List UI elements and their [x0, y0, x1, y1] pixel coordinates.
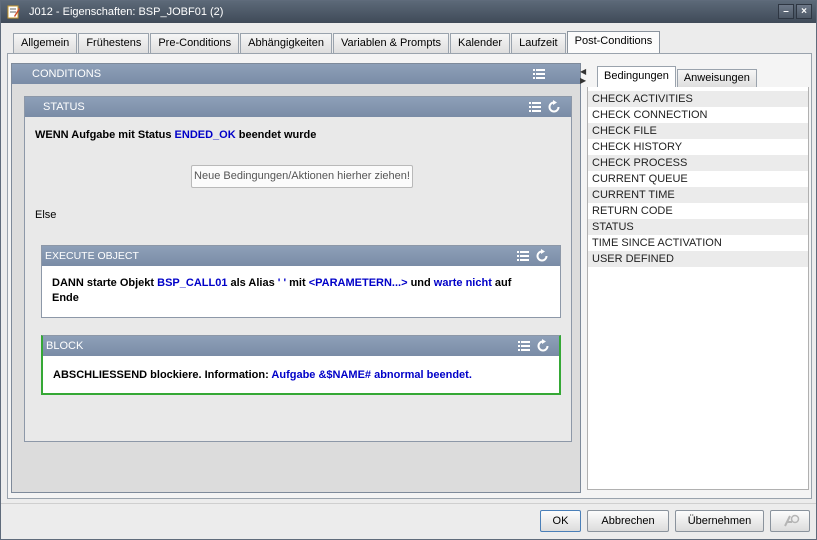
execute-object-action[interactable]: EXECUTE OBJECT DANN starte Objekt BSP_CA… [41, 245, 561, 318]
status-text-suffix: beendet wurde [235, 129, 317, 141]
list-item[interactable]: CHECK FILE [588, 123, 808, 139]
block-text-prefix: ABSCHLIESSEND blockiere. Information: [53, 369, 272, 381]
conditions-title: CONDITIONS [32, 68, 102, 80]
wait-link[interactable]: warte nicht [434, 277, 492, 289]
parameters-link[interactable]: <PARAMETERN...> [309, 277, 408, 289]
tab-fruehestens[interactable]: Frühestens [78, 33, 150, 53]
conditions-panel: CONDITIONS STATUS WENN Aufgabe mit Statu… [11, 63, 581, 493]
palette-tabs: Bedingungen Anweisungen [597, 66, 758, 87]
execute-text-3: mit [286, 277, 309, 289]
execute-text-2: als Alias [227, 277, 278, 289]
list-item[interactable]: CHECK ACTIVITIES [588, 91, 808, 107]
window-title: J012 - Eigenschaften: BSP_JOBF01 (2) [29, 6, 224, 18]
minimize-button[interactable]: – [778, 4, 794, 19]
dialog-buttons: OK Abbrechen Übernehmen [540, 510, 810, 532]
list-item[interactable]: USER DEFINED [588, 251, 808, 267]
tab-bar: Allgemein Frühestens Pre-Conditions Abhä… [13, 31, 661, 54]
alias-link[interactable]: ' ' [278, 277, 286, 289]
app-icon [7, 5, 20, 19]
list-item[interactable]: CHECK CONNECTION [588, 107, 808, 123]
execute-object-title: EXECUTE OBJECT [45, 250, 139, 262]
status-condition-text: WENN Aufgabe mit Status ENDED_OK beendet… [35, 129, 316, 141]
properties-window: J012 - Eigenschaften: BSP_JOBF01 (2) – ×… [0, 0, 817, 540]
palette-panel: Bedingungen Anweisungen CHECK ACTIVITIES… [587, 63, 809, 493]
list-icon[interactable] [528, 100, 542, 114]
collapse-left-icon[interactable]: ◀ [580, 67, 586, 76]
tab-pre-conditions[interactable]: Pre-Conditions [150, 33, 240, 53]
list-item[interactable]: TIME SINCE ACTIVATION [588, 235, 808, 251]
list-item[interactable]: STATUS [588, 219, 808, 235]
splitter-arrows[interactable]: ◀ ▶ [580, 67, 586, 85]
collapse-right-icon[interactable]: ▶ [580, 76, 586, 85]
ok-button[interactable]: OK [540, 510, 581, 532]
block-text: ABSCHLIESSEND blockiere. Information: Au… [53, 369, 472, 381]
object-name-link[interactable]: BSP_CALL01 [157, 277, 227, 289]
conditions-list: CHECK ACTIVITIES CHECK CONNECTION CHECK … [587, 87, 809, 490]
status-condition[interactable]: STATUS WENN Aufgabe mit Status ENDED_OK … [24, 96, 572, 442]
list-icon[interactable] [517, 339, 531, 353]
list-item[interactable]: CHECK PROCESS [588, 155, 808, 171]
refresh-icon[interactable] [535, 249, 549, 263]
list-item[interactable]: CURRENT QUEUE [588, 171, 808, 187]
help-icon [784, 514, 800, 527]
execute-object-header: EXECUTE OBJECT [42, 246, 560, 266]
list-item[interactable]: RETURN CODE [588, 203, 808, 219]
list-item[interactable]: CURRENT TIME [588, 187, 808, 203]
list-icon[interactable] [532, 67, 546, 81]
tab-kalender[interactable]: Kalender [450, 33, 511, 53]
tab-allgemein[interactable]: Allgemein [13, 33, 78, 53]
block-title: BLOCK [46, 340, 84, 352]
status-text-prefix: WENN Aufgabe mit Status [35, 129, 175, 141]
status-title: STATUS [43, 101, 85, 113]
list-icon[interactable] [516, 249, 530, 263]
status-value[interactable]: ENDED_OK [175, 129, 236, 141]
tab-bedingungen[interactable]: Bedingungen [597, 66, 676, 87]
status-header: STATUS [25, 97, 571, 117]
refresh-icon[interactable] [547, 100, 561, 114]
block-header: BLOCK [43, 336, 559, 356]
tab-anweisungen[interactable]: Anweisungen [676, 69, 757, 87]
tab-abhaengigkeiten[interactable]: Abhängigkeiten [240, 33, 332, 53]
footer-divider [1, 503, 816, 504]
cancel-button[interactable]: Abbrechen [587, 510, 669, 532]
execute-text-4: und [407, 277, 434, 289]
apply-button[interactable]: Übernehmen [675, 510, 764, 532]
else-label: Else [35, 209, 57, 221]
tab-variablen-prompts[interactable]: Variablen & Prompts [332, 33, 450, 53]
refresh-icon[interactable] [536, 339, 550, 353]
close-button[interactable]: × [796, 4, 812, 19]
tab-laufzeit[interactable]: Laufzeit [511, 33, 566, 53]
conditions-header: CONDITIONS [12, 64, 580, 84]
execute-object-text: DANN starte Objekt BSP_CALL01 als Alias … [52, 276, 538, 306]
tab-post-conditions[interactable]: Post-Conditions [566, 31, 661, 54]
block-info-link[interactable]: Aufgabe &$NAME# abnormal beendet. [271, 369, 471, 381]
block-action[interactable]: BLOCK ABSCHLIESSEND blockiere. Informati… [41, 335, 561, 395]
execute-text-1: DANN starte Objekt [52, 277, 158, 289]
drop-target[interactable]: Neue Bedingungen/Aktionen hierher ziehen… [191, 165, 413, 188]
list-item[interactable]: CHECK HISTORY [588, 139, 808, 155]
help-button[interactable] [770, 510, 810, 532]
title-bar[interactable]: J012 - Eigenschaften: BSP_JOBF01 (2) – × [1, 1, 816, 23]
